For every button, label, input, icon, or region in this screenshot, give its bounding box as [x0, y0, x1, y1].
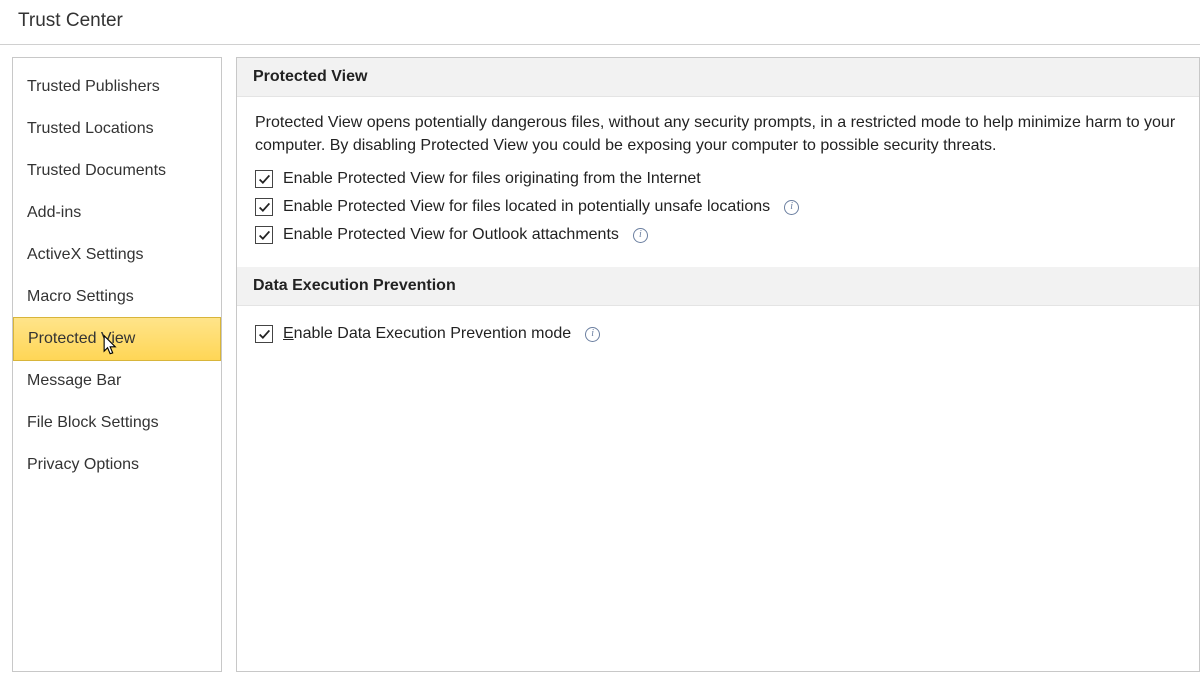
sidebar-item-trusted-publishers[interactable]: Trusted Publishers: [13, 66, 221, 108]
window-title: Trust Center: [0, 0, 1200, 45]
main-panel: Protected View Protected View opens pote…: [236, 57, 1200, 672]
check-icon: [258, 229, 271, 242]
checkbox-pv-outlook[interactable]: [255, 226, 273, 244]
option-label: Enable Protected View for Outlook attach…: [283, 226, 619, 244]
protected-view-description: Protected View opens potentially dangero…: [255, 111, 1181, 157]
sidebar-item-trusted-documents[interactable]: Trusted Documents: [13, 150, 221, 192]
info-icon[interactable]: i: [633, 228, 648, 243]
check-icon: [258, 328, 271, 341]
info-icon[interactable]: i: [784, 200, 799, 215]
sidebar-item-activex-settings[interactable]: ActiveX Settings: [13, 234, 221, 276]
info-icon[interactable]: i: [585, 327, 600, 342]
option-label-rest: nable Data Execution Prevention mode: [294, 325, 572, 342]
checkbox-pv-unsafe-locations[interactable]: [255, 198, 273, 216]
section-header-protected-view: Protected View: [237, 58, 1199, 97]
option-label: Enable Protected View for files located …: [283, 198, 770, 216]
sidebar: Trusted Publishers Trusted Locations Tru…: [12, 57, 222, 672]
option-pv-unsafe-locations: Enable Protected View for files located …: [255, 193, 1181, 221]
content-area: Trusted Publishers Trusted Locations Tru…: [0, 45, 1200, 672]
accelerator: E: [283, 325, 294, 342]
sidebar-item-macro-settings[interactable]: Macro Settings: [13, 276, 221, 318]
checkbox-pv-internet[interactable]: [255, 170, 273, 188]
sidebar-item-message-bar[interactable]: Message Bar: [13, 360, 221, 402]
option-pv-outlook: Enable Protected View for Outlook attach…: [255, 221, 1181, 249]
sidebar-item-protected-view[interactable]: Protected View: [13, 317, 221, 361]
section-body-dep: Enable Data Execution Prevention mode i: [237, 306, 1199, 366]
sidebar-item-add-ins[interactable]: Add-ins: [13, 192, 221, 234]
option-dep-enable: Enable Data Execution Prevention mode i: [255, 320, 1181, 348]
option-pv-internet: Enable Protected View for files originat…: [255, 165, 1181, 193]
check-icon: [258, 173, 271, 186]
sidebar-item-trusted-locations[interactable]: Trusted Locations: [13, 108, 221, 150]
sidebar-item-label: Protected View: [28, 330, 135, 347]
option-label: Enable Data Execution Prevention mode: [283, 325, 571, 343]
section-body-protected-view: Protected View opens potentially dangero…: [237, 97, 1199, 267]
option-label: Enable Protected View for files originat…: [283, 170, 701, 188]
sidebar-item-file-block-settings[interactable]: File Block Settings: [13, 402, 221, 444]
section-header-dep: Data Execution Prevention: [237, 267, 1199, 306]
checkbox-dep-enable[interactable]: [255, 325, 273, 343]
check-icon: [258, 201, 271, 214]
sidebar-item-privacy-options[interactable]: Privacy Options: [13, 444, 221, 486]
